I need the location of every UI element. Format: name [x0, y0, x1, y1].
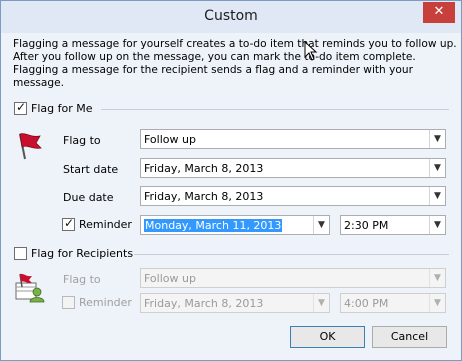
reminder-label: Reminder: [79, 218, 132, 231]
reminder-time-value: 2:30 PM: [344, 219, 389, 232]
recipient-flag-to-label: Flag to: [63, 273, 101, 286]
recipient-flag-to-dropdown[interactable]: Follow up ▼: [140, 268, 446, 288]
flag-for-me-checkbox[interactable]: Flag for Me: [14, 100, 93, 115]
recipient-reminder-check-box[interactable]: [62, 296, 75, 309]
section-divider: [101, 109, 449, 110]
chevron-down-icon[interactable]: ▼: [313, 216, 329, 234]
chevron-down-icon[interactable]: ▼: [429, 187, 445, 205]
flag-for-recipients-label: Flag for Recipients: [31, 247, 134, 260]
recipient-reminder-time-dropdown[interactable]: 4:00 PM ▼: [340, 293, 446, 313]
red-flag-icon: [19, 133, 42, 160]
chevron-down-icon[interactable]: ▼: [429, 130, 445, 148]
reminder-date-value: Monday, March 11, 2013: [144, 219, 283, 232]
section-divider: [134, 254, 449, 255]
flag-to-dropdown[interactable]: Follow up ▼: [140, 129, 446, 149]
recipient-flag-to-value: Follow up: [144, 272, 196, 285]
flag-for-me-check-box[interactable]: [14, 100, 27, 115]
ok-button[interactable]: OK: [290, 326, 365, 348]
flag-for-recipients-check-box[interactable]: [14, 247, 27, 260]
reminder-time-dropdown[interactable]: 2:30 PM ▼: [340, 215, 446, 235]
due-date-picker[interactable]: Friday, March 8, 2013 ▼: [140, 186, 446, 206]
chevron-down-icon[interactable]: ▼: [313, 294, 329, 312]
chevron-down-icon[interactable]: ▼: [429, 269, 445, 287]
flag-for-me-label: Flag for Me: [31, 102, 93, 115]
recipient-reminder-checkbox[interactable]: Reminder: [62, 296, 132, 309]
close-button[interactable]: ✕: [423, 2, 455, 23]
recipient-reminder-date-picker[interactable]: Friday, March 8, 2013 ▼: [140, 293, 330, 313]
mouse-pointer-icon: [304, 41, 318, 61]
recipient-reminder-time-value: 4:00 PM: [344, 297, 389, 310]
due-date-value: Friday, March 8, 2013: [144, 190, 264, 203]
start-date-label: Start date: [63, 163, 119, 176]
start-date-value: Friday, March 8, 2013: [144, 162, 264, 175]
custom-dialog: Custom ✕ Flagging a message for yourself…: [0, 0, 462, 361]
reminder-date-picker[interactable]: Monday, March 11, 2013 ▼: [140, 215, 330, 235]
title-bar: Custom ✕: [1, 1, 461, 33]
description-text: Flagging a message for yourself creates …: [13, 38, 457, 90]
chevron-down-icon[interactable]: ▼: [429, 294, 445, 312]
reminder-checkbox[interactable]: Reminder: [62, 216, 132, 231]
reminder-check-box[interactable]: [62, 216, 75, 231]
description-line: Flagging a message for the recipient sen…: [13, 64, 413, 76]
recipient-reminder-date-value: Friday, March 8, 2013: [144, 297, 264, 310]
due-date-label: Due date: [63, 191, 114, 204]
flag-to-value: Follow up: [144, 133, 196, 146]
flag-for-recipients-checkbox[interactable]: Flag for Recipients: [14, 247, 133, 260]
chevron-down-icon[interactable]: ▼: [429, 159, 445, 177]
description-line: After you follow up on the message, you …: [13, 51, 416, 63]
dialog-body: Flagging a message for yourself creates …: [1, 33, 461, 360]
recipient-flag-icon: [15, 273, 45, 303]
start-date-picker[interactable]: Friday, March 8, 2013 ▼: [140, 158, 446, 178]
chevron-down-icon[interactable]: ▼: [429, 216, 445, 234]
cancel-button[interactable]: Cancel: [372, 326, 447, 348]
recipient-reminder-label: Reminder: [79, 296, 132, 309]
dialog-title: Custom: [204, 8, 258, 24]
description-line: Flagging a message for yourself creates …: [13, 38, 457, 50]
flag-to-label: Flag to: [63, 134, 101, 147]
description-line: message.: [13, 77, 64, 89]
